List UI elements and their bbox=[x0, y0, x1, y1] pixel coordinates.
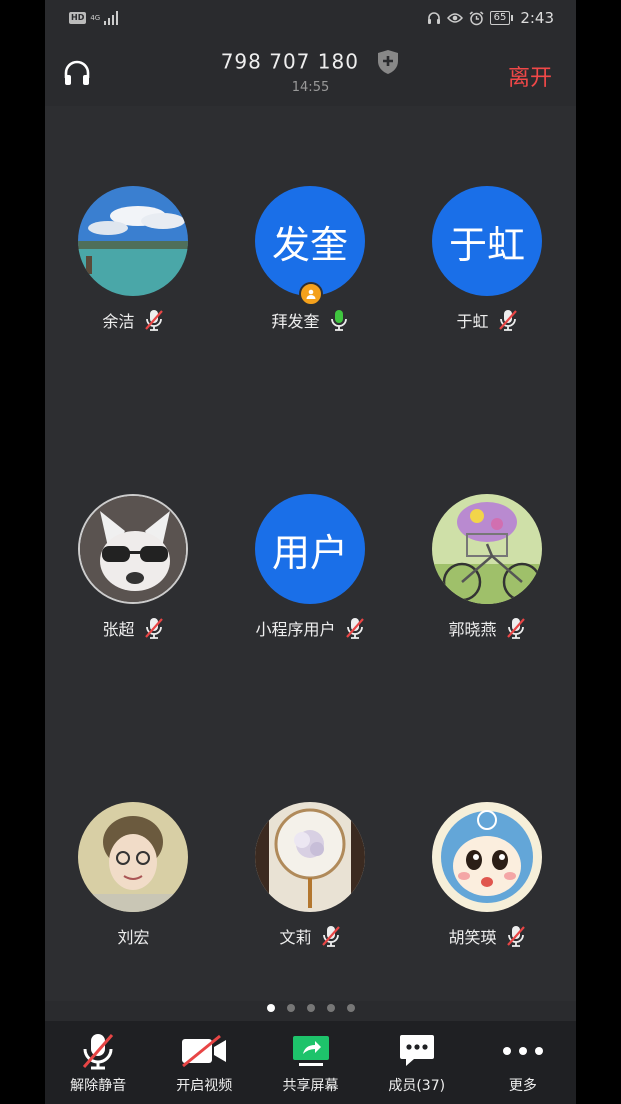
mic-muted-icon bbox=[498, 310, 517, 331]
participant-tile[interactable]: 张超 bbox=[45, 494, 222, 694]
participant-tile[interactable]: 用户 小程序用户 bbox=[222, 494, 399, 694]
participant-tile[interactable]: 刘宏 bbox=[45, 802, 222, 1002]
mic-muted-icon bbox=[506, 618, 525, 639]
participant-name: 余洁 bbox=[102, 312, 135, 331]
participant-name-row: 郭晓燕 bbox=[399, 616, 576, 640]
chat-bubble-icon bbox=[399, 1035, 434, 1066]
eye-icon bbox=[446, 13, 463, 23]
hd-badge: HD bbox=[69, 12, 87, 24]
mic-muted-icon bbox=[82, 1034, 114, 1070]
share-screen-label: 共享屏幕 bbox=[282, 1078, 339, 1094]
participant-name-row: 胡笑瑛 bbox=[399, 924, 576, 948]
page-dot[interactable] bbox=[286, 1004, 295, 1012]
video-off-icon bbox=[182, 1034, 227, 1068]
avatar-photo-fan bbox=[255, 802, 365, 912]
avatar-photo-person bbox=[78, 802, 188, 912]
unmute-button[interactable]: 解除静音 bbox=[45, 1021, 151, 1104]
mic-muted-icon bbox=[144, 618, 163, 639]
participant-name-row: 张超 bbox=[45, 616, 222, 640]
participant-tile[interactable]: 胡笑瑛 bbox=[399, 802, 576, 1002]
status-bar: HD 4G 65 2:43 bbox=[45, 0, 576, 40]
avatar-photo-sea bbox=[78, 186, 188, 296]
avatar-photo-dog bbox=[80, 496, 186, 602]
avatar bbox=[78, 494, 188, 604]
members-button[interactable]: 成员(37) bbox=[364, 1021, 470, 1104]
participant-name: 张超 bbox=[102, 620, 135, 639]
alarm-icon bbox=[469, 10, 484, 25]
avatar-cartoon bbox=[432, 802, 542, 912]
members-label: 成员(37) bbox=[388, 1078, 446, 1094]
participant-name: 刘宏 bbox=[117, 928, 150, 947]
network-label: 4G bbox=[90, 13, 101, 22]
headset-status-icon bbox=[427, 12, 440, 24]
share-screen-icon bbox=[292, 1036, 329, 1066]
participant-tile[interactable]: 发奎 拜发奎 bbox=[222, 186, 399, 386]
mic-muted-icon bbox=[321, 926, 340, 947]
participant-name: 胡笑瑛 bbox=[448, 928, 497, 947]
status-right: 65 2:43 bbox=[427, 9, 554, 27]
participant-name-row: 于虹 bbox=[399, 308, 576, 332]
status-left: HD 4G bbox=[69, 11, 120, 25]
unmute-label: 解除静音 bbox=[70, 1078, 127, 1094]
avatar: 发奎 bbox=[255, 186, 365, 296]
participant-name-row: 余洁 bbox=[45, 308, 222, 332]
leave-button[interactable]: 离开 bbox=[508, 60, 552, 92]
meeting-id: 798 707 180 bbox=[220, 49, 359, 74]
participant-tile[interactable]: 文莉 bbox=[222, 802, 399, 1002]
page-dot[interactable] bbox=[266, 1004, 275, 1012]
avatar bbox=[78, 802, 188, 912]
participant-name-row: 刘宏 bbox=[45, 924, 222, 948]
page-indicator[interactable] bbox=[45, 1004, 576, 1012]
participant-name: 于虹 bbox=[456, 312, 489, 331]
avatar bbox=[432, 494, 542, 604]
avatar bbox=[78, 186, 188, 296]
participant-name: 小程序用户 bbox=[255, 620, 336, 639]
phone-screen: HD 4G 65 2:43 798 707 180 14:55 离开 余洁 发奎… bbox=[45, 0, 576, 1104]
mic-muted-icon bbox=[345, 618, 364, 639]
avatar: 于虹 bbox=[432, 186, 542, 296]
participant-tile[interactable]: 郭晓燕 bbox=[399, 494, 576, 694]
mic-muted-icon bbox=[506, 926, 525, 947]
more-dots-icon bbox=[502, 1047, 543, 1055]
start-video-button[interactable]: 开启视频 bbox=[151, 1021, 257, 1104]
meeting-id-row[interactable]: 798 707 180 bbox=[45, 48, 576, 75]
page-dot[interactable] bbox=[346, 1004, 355, 1012]
participant-tile[interactable]: 余洁 bbox=[45, 186, 222, 386]
meeting-header: 798 707 180 14:55 离开 bbox=[45, 40, 576, 106]
participant-name: 拜发奎 bbox=[271, 312, 320, 331]
more-button[interactable]: 更多 bbox=[470, 1021, 576, 1104]
mic-active-icon bbox=[330, 310, 347, 331]
participant-grid: 余洁 发奎 拜发奎 于虹 于虹 张超 用户 小程序用户 郭晓燕 刘宏 文莉 胡笑… bbox=[45, 106, 576, 1012]
participant-name: 文莉 bbox=[279, 928, 312, 947]
participant-name-row: 拜发奎 bbox=[222, 308, 399, 332]
page-dot[interactable] bbox=[326, 1004, 335, 1012]
battery-indicator: 65 bbox=[489, 11, 514, 25]
more-label: 更多 bbox=[508, 1078, 537, 1094]
bottom-toolbar: 解除静音 开启视频 共享屏幕 成员(37) 更多 bbox=[45, 1021, 576, 1104]
avatar: 用户 bbox=[255, 494, 365, 604]
security-shield-icon[interactable] bbox=[376, 49, 400, 75]
signal-icon bbox=[104, 11, 119, 25]
participant-name-row: 小程序用户 bbox=[222, 616, 399, 640]
avatar bbox=[432, 802, 542, 912]
avatar-photo-bicycle bbox=[432, 494, 542, 604]
participant-name-row: 文莉 bbox=[222, 924, 399, 948]
participant-tile[interactable]: 于虹 于虹 bbox=[399, 186, 576, 386]
meeting-timer: 14:55 bbox=[291, 80, 330, 95]
clock: 2:43 bbox=[520, 9, 554, 27]
start-video-label: 开启视频 bbox=[176, 1078, 233, 1094]
page-dot[interactable] bbox=[306, 1004, 315, 1012]
share-screen-button[interactable]: 共享屏幕 bbox=[257, 1021, 363, 1104]
mic-muted-icon bbox=[144, 310, 163, 331]
host-badge bbox=[299, 282, 323, 306]
person-icon bbox=[306, 289, 316, 299]
participant-name: 郭晓燕 bbox=[448, 620, 497, 639]
avatar bbox=[255, 802, 365, 912]
